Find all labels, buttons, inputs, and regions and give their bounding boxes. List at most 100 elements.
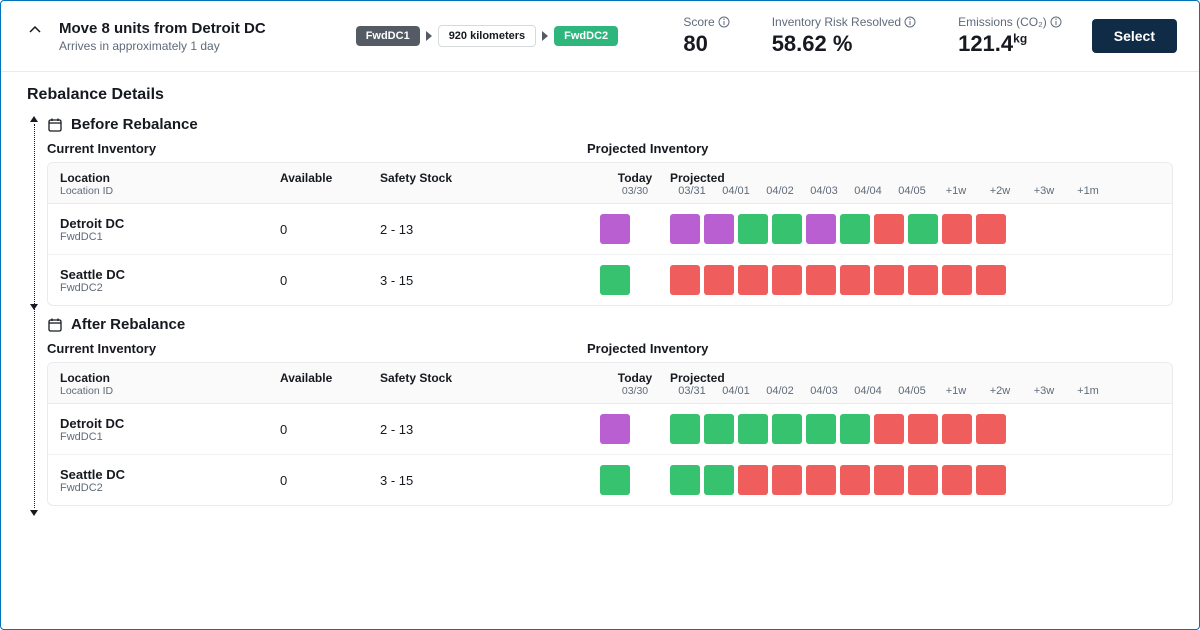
projection-cell: [908, 214, 938, 244]
projection-cell: [976, 265, 1006, 295]
metric-score-value: 80: [683, 31, 729, 57]
date-header: +1m: [1066, 385, 1110, 397]
date-header: 04/01: [714, 385, 758, 397]
projection-cell: [670, 265, 700, 295]
projection-cell: [670, 465, 700, 495]
date-header: +1w: [934, 185, 978, 197]
date-header: +1w: [934, 385, 978, 397]
location-id: FwdDC2: [60, 482, 280, 494]
date-header: +2w: [978, 385, 1022, 397]
projected-inventory-heading: Projected Inventory: [587, 341, 708, 356]
available-value: 0: [280, 473, 380, 488]
available-value: 0: [280, 273, 380, 288]
today-cell: [600, 214, 630, 244]
caret-right-icon: [542, 31, 548, 41]
select-button[interactable]: Select: [1092, 19, 1177, 53]
safety-stock-value: 3 - 15: [380, 273, 520, 288]
projection-cell: [874, 465, 904, 495]
projection-cell: [738, 265, 768, 295]
route-display: FwdDC1 920 kilometers FwdDC2: [356, 25, 618, 47]
projection-cell: [976, 465, 1006, 495]
current-inventory-heading: Current Inventory: [47, 141, 587, 156]
projection-cell: [772, 265, 802, 295]
projection-cell: [772, 465, 802, 495]
metric-risk-label: Inventory Risk Resolved: [772, 15, 901, 29]
metric-emissions-label: Emissions (CO₂): [958, 15, 1047, 29]
date-header: +3w: [1022, 385, 1066, 397]
table-row: Detroit DCFwdDC102 - 13: [48, 404, 1172, 455]
date-header: 04/03: [802, 185, 846, 197]
route-distance-pill: 920 kilometers: [438, 25, 536, 47]
projection-cell: [704, 265, 734, 295]
inventory-table: LocationLocation IDAvailableSafety Stock…: [47, 362, 1173, 506]
location-name: Detroit DC: [60, 416, 280, 431]
safety-stock-value: 2 - 13: [380, 222, 520, 237]
eta-text: Arrives in approximately 1 day: [59, 39, 266, 53]
projection-cell: [840, 214, 870, 244]
projection-cell: [704, 214, 734, 244]
metric-score-label: Score: [683, 15, 714, 29]
metric-risk: Inventory Risk Resolved 58.62 %: [772, 15, 916, 57]
location-name: Seattle DC: [60, 267, 280, 282]
info-icon[interactable]: [718, 16, 730, 28]
projection-cell: [738, 214, 768, 244]
projection-cell: [942, 214, 972, 244]
available-value: 0: [280, 422, 380, 437]
projection-cell: [908, 465, 938, 495]
location-id: FwdDC1: [60, 231, 280, 243]
title-block: Move 8 units from Detroit DC Arrives in …: [59, 20, 266, 53]
route-to-pill: FwdDC2: [554, 26, 618, 46]
metric-score: Score 80: [683, 15, 729, 57]
projection-cell: [806, 414, 836, 444]
projection-cell: [806, 214, 836, 244]
current-inventory-heading: Current Inventory: [47, 341, 587, 356]
projection-cell: [772, 414, 802, 444]
info-icon[interactable]: [904, 16, 916, 28]
location-id: FwdDC1: [60, 431, 280, 443]
projection-cell: [874, 265, 904, 295]
date-header: 04/05: [890, 385, 934, 397]
date-header: 03/31: [670, 385, 714, 397]
projection-cell: [908, 265, 938, 295]
phase-heading: Before Rebalance: [47, 116, 1173, 133]
projection-cell: [670, 214, 700, 244]
caret-right-icon: [426, 31, 432, 41]
projection-cell: [942, 265, 972, 295]
today-cell: [600, 465, 630, 495]
section-title: Rebalance Details: [27, 86, 1173, 104]
table-header: LocationLocation IDAvailableSafety Stock…: [48, 363, 1172, 404]
projection-cell: [942, 465, 972, 495]
projected-inventory-heading: Projected Inventory: [587, 141, 708, 156]
date-header: 04/04: [846, 385, 890, 397]
projection-cell: [840, 265, 870, 295]
projection-cell: [704, 465, 734, 495]
projection-cell: [806, 465, 836, 495]
phase-heading: After Rebalance: [47, 316, 1173, 333]
metric-emissions-value: 121.4kg: [958, 31, 1062, 57]
projection-cell: [976, 414, 1006, 444]
projection-cell: [840, 465, 870, 495]
projection-cell: [908, 414, 938, 444]
projection-cell: [874, 214, 904, 244]
info-icon[interactable]: [1050, 16, 1062, 28]
date-header: 03/31: [670, 185, 714, 197]
projection-cell: [772, 214, 802, 244]
date-header: 04/02: [758, 385, 802, 397]
date-header: 04/04: [846, 185, 890, 197]
timeline-axis: [27, 116, 47, 516]
date-header: 04/02: [758, 185, 802, 197]
projection-cell: [704, 414, 734, 444]
date-header: +1m: [1066, 185, 1110, 197]
location-id: FwdDC2: [60, 282, 280, 294]
metric-emissions: Emissions (CO₂) 121.4kg: [958, 15, 1062, 57]
date-header: +2w: [978, 185, 1022, 197]
table-row: Detroit DCFwdDC102 - 13: [48, 204, 1172, 255]
date-header: +3w: [1022, 185, 1066, 197]
table-row: Seattle DCFwdDC203 - 15: [48, 255, 1172, 305]
collapse-chevron-icon[interactable]: [29, 24, 41, 36]
projection-cell: [738, 465, 768, 495]
projection-cell: [942, 414, 972, 444]
date-header: 04/01: [714, 185, 758, 197]
projection-cell: [806, 265, 836, 295]
today-cell: [600, 265, 630, 295]
